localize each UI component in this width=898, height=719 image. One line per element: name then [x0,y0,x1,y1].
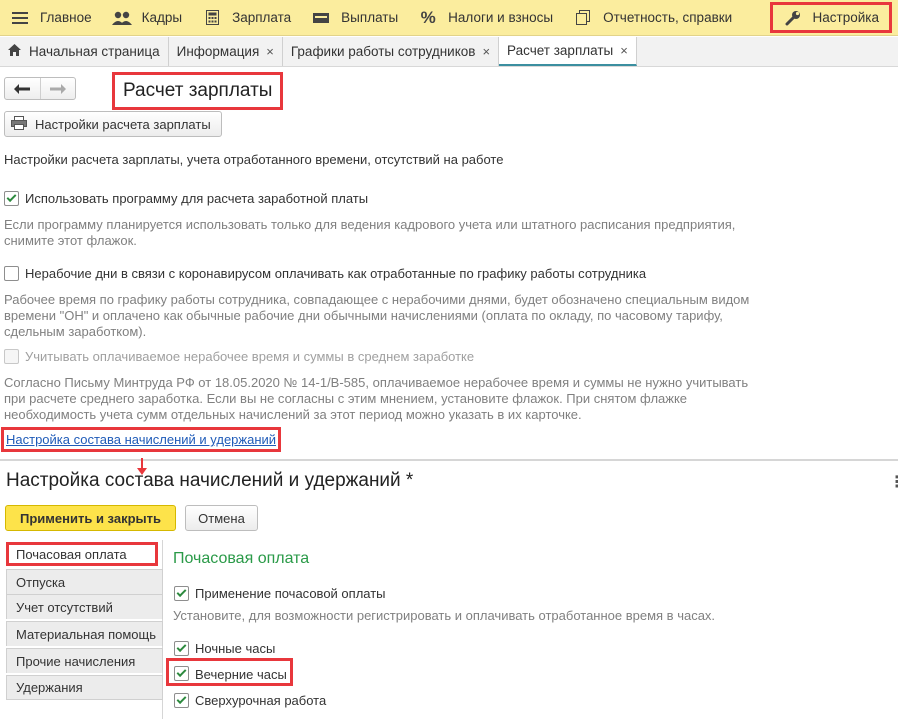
more-icon[interactable]: ⋮ [889,472,898,492]
night-hours-label: Ночные часы [195,641,276,656]
checkmark-icon [6,192,17,203]
tab-label: Начальная страница [29,44,160,59]
sidebar-item-other-accruals[interactable]: Прочие начисления [6,648,163,673]
menu-item-label: Кадры [141,10,183,25]
menu-item-label: Налоги и взносы [448,10,554,25]
tab-work-schedules[interactable]: Графики работы сотрудников × [282,37,500,66]
page-title: Расчет зарплаты [112,72,284,110]
overtime-label: Сверхурочная работа [195,693,327,708]
apply-and-close-button[interactable]: Применить и закрыть [5,505,176,531]
menu-item-payments[interactable]: Выплаты [301,0,408,36]
printer-icon [11,115,27,133]
tab-label: Расчет зарплаты [507,43,614,58]
sidebar-item-vacations[interactable]: Отпуска [6,569,163,594]
hint-line: необходимость учета сумм отдельных начис… [4,407,582,422]
coronavirus-days-label: Нерабочие дни в связи с коронавирусом оп… [25,266,647,281]
home-icon [8,44,21,59]
calculator-icon [202,10,222,26]
section-heading: Настройки расчета зарплаты, учета отрабо… [4,152,504,167]
window-divider [0,459,898,461]
dialog-sidebar: Почасовая оплата Отпуска Учет отсутствий… [0,540,163,719]
menu-item-hr[interactable]: Кадры [102,0,192,36]
evening-hours-label: Вечерние часы [195,667,287,682]
average-earnings-checkbox[interactable] [4,349,19,364]
hourly-pay-checkbox[interactable] [174,586,189,601]
menu-item-reports[interactable]: Отчетность, справки [563,0,742,36]
sidebar-item-hourly-pay[interactable]: Почасовая оплата [6,542,158,566]
accruals-settings-link[interactable]: Настройка состава начислений и удержаний [6,432,276,447]
hourly-pay-label: Применение почасовой оплаты [195,586,386,601]
average-earnings-label: Учитывать оплачиваемое нерабочее время и… [25,349,475,364]
menu-lines-icon [10,10,30,26]
hourly-hint: Установите, для возможности регистрирова… [173,608,716,623]
menu-item-label: Выплаты [341,10,399,25]
menu-item-salary[interactable]: Зарплата [192,0,301,36]
hint-line: Согласно Письму Минтруда РФ от 18.05.202… [4,375,749,390]
top-menu: Главное Кадры Зарплата Выплаты % Налоги … [0,0,898,36]
checkmark-icon [176,642,187,653]
menu-item-main[interactable]: Главное [0,0,102,36]
people-icon [111,10,132,26]
tab-payroll[interactable]: Расчет зарплаты × [499,37,637,66]
tab-label: Информация [176,44,260,59]
menu-item-label: Зарплата [232,10,292,25]
tab-home[interactable]: Начальная страница [0,37,169,66]
night-hours-checkbox[interactable] [174,641,189,656]
hint-line: сдельным заработком). [4,324,147,339]
hint-line: времени "ОН" и оплачено как обычные рабо… [4,308,723,323]
wallet-icon [311,10,331,26]
sidebar-item-financial-aid[interactable]: Материальная помощь [6,621,163,646]
tab-bar: Начальная страница Информация × Графики … [0,37,898,67]
arrow-right-icon [49,83,66,94]
evening-hours-checkbox[interactable] [174,666,189,681]
sidebar-item-deductions[interactable]: Удержания [6,675,163,700]
history-nav [4,77,76,100]
use-program-label: Использовать программу для расчета зараб… [25,191,369,206]
back-button[interactable] [5,78,40,99]
hint-line: при расчете среднего заработка. Если вы … [4,391,688,406]
tab-label: Графики работы сотрудников [290,44,476,59]
documents-icon [573,10,593,26]
accruals-settings-link-highlight: Настройка состава начислений и удержаний [1,427,282,452]
button-label: Настройки расчета зарплаты [35,116,211,132]
use-program-checkbox[interactable] [4,191,19,206]
close-icon[interactable]: × [482,44,490,59]
menu-item-label: Отчетность, справки [603,10,733,25]
dialog-title: Настройка состава начислений и удержаний… [6,470,414,491]
menu-item-label: Главное [40,10,92,25]
menu-item-settings[interactable]: Настройка [769,2,892,33]
cancel-button[interactable]: Отмена [185,505,258,531]
overtime-checkbox[interactable] [174,693,189,708]
tab-info[interactable]: Информация × [168,37,283,66]
checkmark-icon [176,694,187,705]
percent-icon: % [420,7,436,27]
menu-item-taxes[interactable]: % Налоги и взносы [408,0,563,36]
arrow-left-icon [14,83,31,94]
close-icon[interactable]: × [620,43,628,58]
checkmark-icon [176,667,187,678]
hint-line: снимите этот флажок. [4,233,137,248]
hint-line: Рабочее время по графику работы сотрудни… [4,292,750,307]
payroll-settings-button[interactable]: Настройки расчета зарплаты [4,111,222,137]
forward-button[interactable] [39,78,76,99]
section-title: Почасовая оплата [173,550,310,567]
hint-line: Если программу планируется использовать … [4,217,736,232]
menu-item-label: Настройка [812,10,879,25]
coronavirus-days-checkbox[interactable] [4,266,19,281]
wrench-icon [783,10,803,26]
close-icon[interactable]: × [266,44,274,59]
sidebar-item-absences[interactable]: Учет отсутствий [6,594,163,619]
checkmark-icon [176,587,187,598]
